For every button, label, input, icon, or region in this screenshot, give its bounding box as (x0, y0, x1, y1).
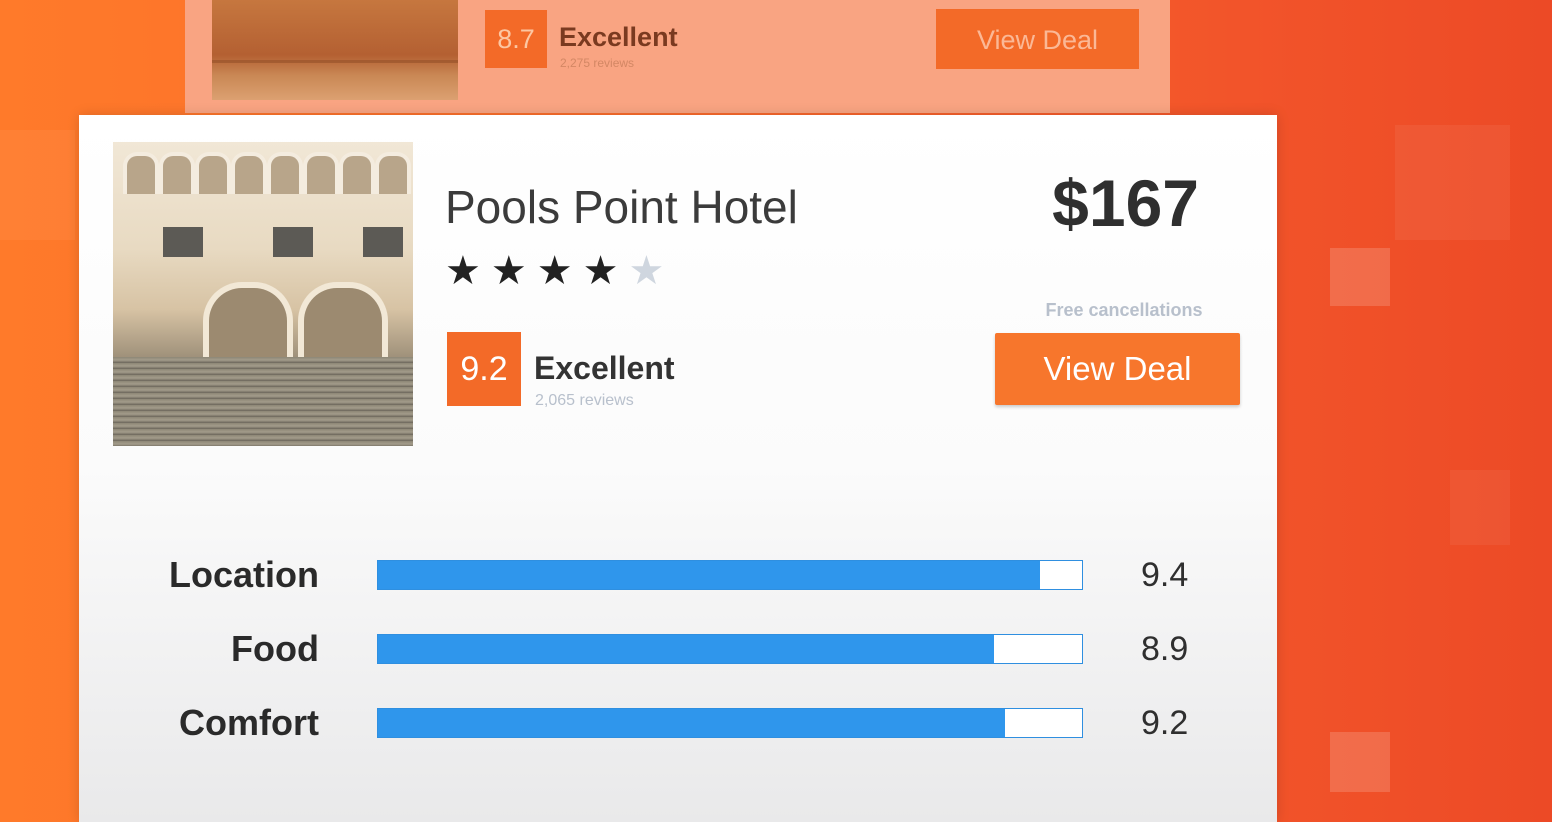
decorative-square (1330, 732, 1390, 792)
star-filled-icon: ★★★★ (445, 249, 629, 293)
metric-bar (377, 634, 1083, 664)
metric-bar (377, 560, 1083, 590)
metric-bar-fill (378, 561, 1040, 589)
background-hotel-card: 8.7 Excellent 2,275 reviews View Deal (185, 0, 1170, 113)
decorative-square (1450, 470, 1510, 545)
background-hotel-image (212, 0, 458, 100)
cancellation-note: Free cancellations (1045, 300, 1203, 320)
background-review-count: 2,275 reviews (560, 56, 635, 70)
metric-bar-fill (378, 709, 1005, 737)
rating-label: Excellent (534, 350, 675, 386)
hotel-name[interactable]: Pools Point Hotel (445, 180, 798, 234)
star-empty-icon: ★ (628, 249, 675, 293)
metric-label: Food (231, 628, 319, 669)
price: $167 (1052, 166, 1199, 240)
hotel-card: Pools Point Hotel ★★★★★ 9.2 Excellent 2,… (79, 115, 1277, 822)
decorative-square (1395, 125, 1510, 240)
hotel-image[interactable] (113, 142, 413, 446)
view-deal-button[interactable]: View Deal (995, 333, 1240, 405)
metric-label: Location (169, 554, 319, 595)
background-score-badge: 8.7 (485, 10, 547, 68)
metric-row-food: Food 8.9 (79, 629, 1277, 669)
star-rating: ★★★★★ (445, 248, 674, 294)
background-rating-label: Excellent (559, 22, 678, 52)
metric-value: 8.9 (1141, 630, 1189, 668)
decorative-square (1330, 248, 1390, 306)
metric-bar (377, 708, 1083, 738)
metric-value: 9.4 (1141, 556, 1189, 594)
metric-row-comfort: Comfort 9.2 (79, 703, 1277, 743)
metric-label: Comfort (179, 702, 319, 743)
background-view-deal-button[interactable]: View Deal (936, 9, 1139, 69)
metric-value: 9.2 (1141, 704, 1189, 742)
metric-row-location: Location 9.4 (79, 555, 1277, 595)
score-badge: 9.2 (447, 332, 521, 406)
metric-bar-fill (378, 635, 994, 663)
review-count[interactable]: 2,065 reviews (535, 392, 634, 410)
decorative-square (0, 130, 75, 240)
